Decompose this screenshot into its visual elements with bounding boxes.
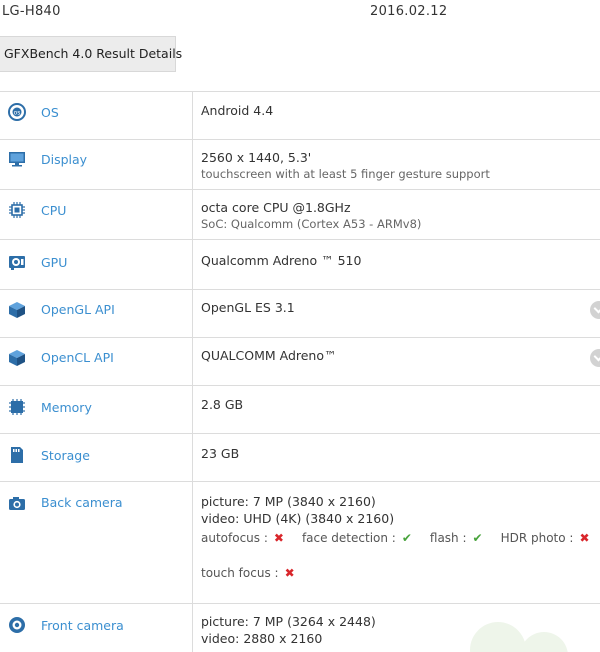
unsupported-cross-icon: ✖ bbox=[273, 531, 284, 545]
spec-label: Display bbox=[41, 152, 88, 167]
spec-row-opengl: OpenGL API OpenGL ES 3.1 bbox=[0, 290, 600, 338]
spec-label: OS bbox=[41, 105, 59, 120]
spec-label: OpenGL API bbox=[41, 302, 115, 317]
unsupported-cross-icon: ✖ bbox=[284, 566, 295, 580]
feature-autofocus: autofocus : ✖ bbox=[201, 531, 284, 545]
feature-flash: flash : ✔ bbox=[429, 531, 483, 545]
spec-row-cpu: CPU octa core CPU @1.8GHz SoC: Qualcomm … bbox=[0, 190, 600, 240]
spec-row-opencl: OpenCL API QUALCOMM Adreno™ bbox=[0, 338, 600, 386]
camera-touch-focus: touch focus : ✖ bbox=[201, 564, 580, 582]
spec-row-gpu: GPU Qualcomm Adreno ™ 510 bbox=[0, 240, 600, 290]
spec-value: 23 GB bbox=[201, 446, 240, 461]
feature-face-detection: face detection : ✔ bbox=[301, 531, 412, 545]
memory-icon bbox=[8, 398, 26, 416]
sd-card-icon bbox=[8, 446, 26, 464]
expand-toggle-icon[interactable] bbox=[590, 301, 600, 319]
cube-icon bbox=[8, 349, 26, 367]
unsupported-cross-icon: ✖ bbox=[579, 531, 590, 545]
camera-picture: picture: 7 MP (3840 x 2160) bbox=[201, 494, 376, 509]
spec-value: 2560 x 1440, 5.3' bbox=[201, 150, 312, 165]
spec-label: GPU bbox=[41, 255, 68, 270]
svg-text:os: os bbox=[14, 110, 21, 117]
gpu-icon bbox=[8, 253, 26, 271]
spec-label: Back camera bbox=[41, 495, 123, 510]
spec-value: Qualcomm Adreno ™ 510 bbox=[201, 253, 362, 268]
spec-value: octa core CPU @1.8GHz bbox=[201, 200, 351, 215]
camera-icon bbox=[8, 494, 26, 512]
spec-value: 2.8 GB bbox=[201, 397, 244, 412]
top-bar: LG-H840 2016.02.12 bbox=[0, 0, 600, 26]
spec-table: os OS Android 4.4 Display 2560 x 1440, 5… bbox=[0, 91, 600, 652]
spec-value: OpenGL ES 3.1 bbox=[201, 300, 295, 315]
os-icon: os bbox=[8, 103, 26, 121]
spec-row-memory: Memory 2.8 GB bbox=[0, 386, 600, 434]
camera-features: autofocus : ✖ face detection : ✔ flash : ✔ … bbox=[201, 529, 590, 547]
camera-video: video: UHD (4K) (3840 x 2160) bbox=[201, 511, 395, 526]
tab-result-details[interactable]: GFXBench 4.0 Result Details bbox=[0, 36, 182, 72]
spec-row-storage: Storage 23 GB bbox=[0, 434, 600, 482]
supported-check-icon: ✔ bbox=[401, 531, 412, 545]
cube-icon bbox=[8, 301, 26, 319]
camera-picture: picture: 7 MP (3264 x 2448) bbox=[201, 614, 376, 629]
feature-hdr-photo: HDR photo : ✖ bbox=[500, 531, 590, 545]
spec-row-back-camera: Back camera picture: 7 MP (3840 x 2160) … bbox=[0, 482, 600, 604]
device-name: LG-H840 bbox=[2, 4, 61, 19]
spec-label: OpenCL API bbox=[41, 350, 114, 365]
cpu-chip-icon bbox=[8, 201, 26, 219]
spec-row-display: Display 2560 x 1440, 5.3' touchscreen wi… bbox=[0, 140, 600, 190]
spec-label: Memory bbox=[41, 400, 92, 415]
spec-label: CPU bbox=[41, 203, 67, 218]
front-camera-icon bbox=[8, 616, 26, 634]
spec-subvalue: SoC: Qualcomm (Cortex A53 - ARMv8) bbox=[201, 217, 422, 231]
spec-subvalue: touchscreen with at least 5 finger gestu… bbox=[201, 167, 490, 181]
spec-row-os: os OS Android 4.4 bbox=[0, 92, 600, 140]
expand-toggle-icon[interactable] bbox=[590, 349, 600, 367]
result-date: 2016.02.12 bbox=[370, 4, 448, 19]
supported-check-icon: ✔ bbox=[472, 531, 483, 545]
spec-label: Front camera bbox=[41, 618, 124, 633]
feature-touch-focus: touch focus : ✖ bbox=[201, 566, 295, 580]
spec-value: QUALCOMM Adreno™ bbox=[201, 348, 337, 363]
spec-label: Storage bbox=[41, 448, 90, 463]
spec-value: Android 4.4 bbox=[201, 103, 274, 118]
monitor-icon bbox=[8, 150, 26, 168]
